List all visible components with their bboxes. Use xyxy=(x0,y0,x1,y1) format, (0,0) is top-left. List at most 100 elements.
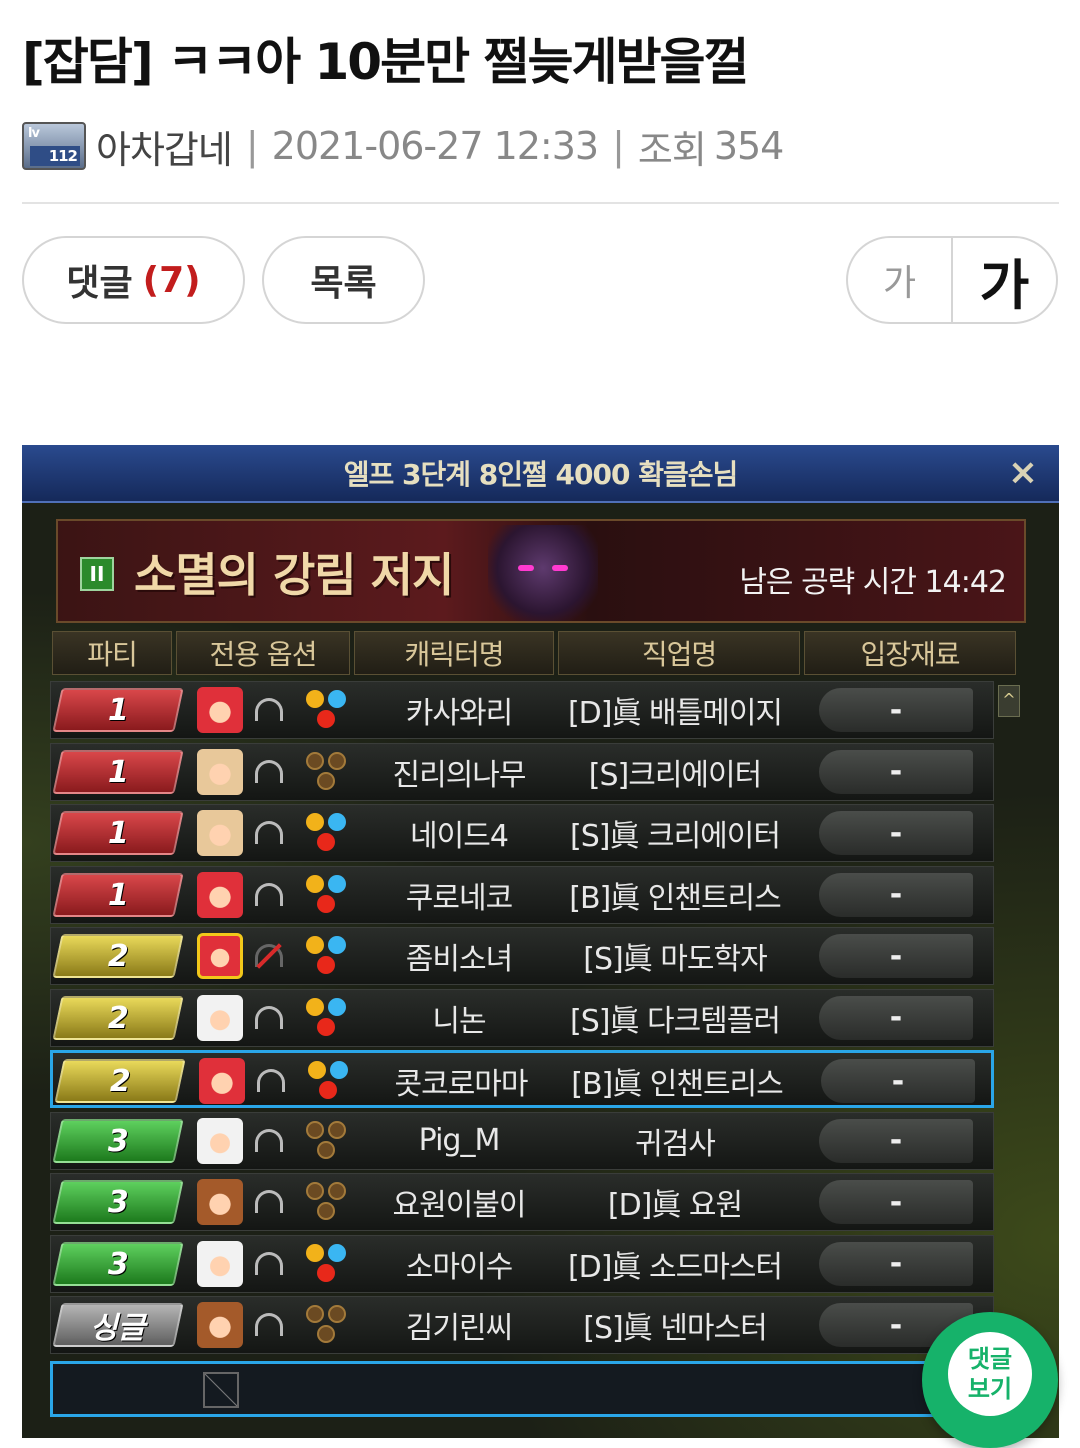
pause-icon: II xyxy=(80,557,114,591)
list-label: 목록 xyxy=(310,263,377,304)
character-avatar xyxy=(197,810,243,856)
character-avatar xyxy=(197,1240,243,1287)
headset-icon xyxy=(253,1004,283,1030)
entry-material: - xyxy=(819,749,973,794)
post-title: [잡담] ㅋㅋ아 10분만 쩔늦게받을껄 xyxy=(22,33,750,91)
comments-label: 댓글 xyxy=(66,263,133,304)
empty-slot-icon xyxy=(203,1372,239,1408)
option-orbs-icon xyxy=(303,750,351,796)
party-member-row[interactable]: 2 좀비소녀 [S]眞 마도학자 - xyxy=(50,927,994,985)
views-count: 354 xyxy=(713,124,785,168)
party-member-row[interactable]: 1 네이드4 [S]眞 크리에이터 - xyxy=(50,804,994,862)
views-label: 조회 xyxy=(637,127,707,172)
party-badge: 1 xyxy=(52,872,184,917)
meta-separator: | xyxy=(612,124,625,168)
party-number: 1 xyxy=(107,815,129,851)
character-name: 네이드4 xyxy=(410,819,509,854)
entry-material: - xyxy=(821,1059,975,1103)
list-button[interactable]: 목록 xyxy=(262,236,425,324)
character-avatar xyxy=(197,933,243,979)
level-badge-lv: lv xyxy=(28,126,40,141)
headset-icon xyxy=(253,942,283,968)
option-orbs-icon xyxy=(303,1180,351,1226)
party-member-row[interactable]: 싱글 김기린씨 [S]眞 넨마스터 - xyxy=(50,1296,994,1354)
party-member-row[interactable]: 3 요원이불이 [D]眞 요원 - xyxy=(50,1173,994,1231)
job-name: [D]眞 배틀메이지 xyxy=(567,696,783,731)
party-badge: 1 xyxy=(52,811,184,855)
entry-material: - xyxy=(819,934,973,978)
close-icon[interactable]: × xyxy=(1008,453,1038,493)
party-member-list: 1 카사와리 [D]眞 배틀메이지 - 1 진리의나무 [S]크리에이터 - 1 네이드4 [S]眞… xyxy=(50,681,994,1358)
character-name: Pig_M xyxy=(418,1123,501,1158)
character-avatar xyxy=(197,687,243,733)
job-name: [D]眞 요원 xyxy=(607,1188,743,1223)
view-comments-line2: 보기 xyxy=(967,1375,1013,1403)
party-member-row[interactable]: 3 Pig_M 귀검사 - xyxy=(50,1111,994,1170)
level-badge-icon: lv 112 xyxy=(22,122,86,170)
party-member-row[interactable]: 1 진리의나무 [S]크리에이터 - xyxy=(50,742,994,801)
empty-slot-row[interactable] xyxy=(50,1361,994,1417)
option-orbs-icon xyxy=(303,934,351,980)
party-number: 2 xyxy=(107,938,129,974)
party-number: 1 xyxy=(107,692,129,728)
character-name: 요원이불이 xyxy=(392,1188,527,1223)
character-name: 니논 xyxy=(432,1003,486,1039)
job-name: [S]크리에이터 xyxy=(588,757,762,793)
view-comments-floating-button[interactable]: 댓글 보기 xyxy=(922,1312,1058,1448)
headset-icon xyxy=(253,1311,283,1337)
col-job: 직업명 xyxy=(558,631,800,675)
entry-material: - xyxy=(819,1180,973,1224)
party-member-row[interactable]: 3 소마이수 [D]眞 소드마스터 - xyxy=(50,1234,994,1293)
option-orbs-icon xyxy=(303,1242,351,1288)
raid-banner: II 소멸의 강림 저지 남은 공략 시간 14:42 xyxy=(56,519,1026,623)
col-material: 입장재료 xyxy=(804,631,1016,675)
character-avatar xyxy=(197,1179,243,1225)
entry-material: - xyxy=(819,811,973,855)
option-orbs-icon xyxy=(303,996,351,1042)
job-name: 귀검사 xyxy=(635,1126,716,1162)
col-options: 전용 옵션 xyxy=(176,631,350,675)
character-name: 진리의나무 xyxy=(392,757,527,793)
font-small-button[interactable]: 가 xyxy=(848,238,953,322)
comments-button[interactable]: 댓글 (7) xyxy=(22,236,245,324)
party-member-row[interactable]: 1 쿠로네코 [B]眞 인챈트리스 - xyxy=(50,865,994,924)
game-screenshot: 엘프 3단계 8인쩔 4000 확클손님 × II 소멸의 강림 저지 남은 공… xyxy=(22,445,1059,1438)
party-number: 1 xyxy=(107,877,129,912)
party-number: 2 xyxy=(109,1063,131,1099)
party-badge: 2 xyxy=(52,995,184,1040)
party-member-row[interactable]: 2 콧코로마마 [B]眞 인챈트리스 - xyxy=(50,1050,994,1108)
level-badge-num: 112 xyxy=(30,146,80,166)
party-badge: 2 xyxy=(52,934,184,978)
party-badge: 3 xyxy=(52,1180,184,1224)
game-window-title: 엘프 3단계 8인쩔 4000 확클손님 xyxy=(343,458,738,491)
boss-portrait xyxy=(488,525,598,621)
headset-icon xyxy=(253,1127,283,1153)
party-member-row[interactable]: 1 카사와리 [D]眞 배틀메이지 - xyxy=(50,681,994,739)
job-name: [S]眞 넨마스터 xyxy=(583,1311,767,1346)
post-date: 2021-06-27 12:33 xyxy=(271,124,599,168)
option-orbs-icon xyxy=(303,811,351,857)
character-avatar xyxy=(197,748,243,795)
font-large-button[interactable]: 가 xyxy=(953,238,1056,322)
option-orbs-icon xyxy=(303,1119,351,1165)
job-name: [S]眞 다크템플러 xyxy=(570,1003,781,1039)
party-badge: 1 xyxy=(52,688,184,732)
post-meta: lv 112 아차갑네 | 2021-06-27 12:33 | 조회 354 xyxy=(22,118,785,174)
col-party: 파티 xyxy=(52,631,172,675)
party-badge: 1 xyxy=(52,749,184,794)
character-name: 카사와리 xyxy=(405,696,513,731)
character-avatar xyxy=(197,1117,243,1164)
character-name: 좀비소녀 xyxy=(405,942,513,977)
option-orbs-icon xyxy=(303,1303,351,1349)
party-member-row[interactable]: 2 니논 [S]眞 다크템플러 - xyxy=(50,988,994,1047)
header-divider xyxy=(22,202,1059,204)
party-number: 2 xyxy=(107,1000,129,1035)
party-badge: 싱글 xyxy=(52,1303,184,1347)
party-badge: 3 xyxy=(52,1241,184,1286)
raid-name: 소멸의 강림 저지 xyxy=(134,548,454,602)
author-name[interactable]: 아차갑네 xyxy=(96,119,233,174)
character-name: 소마이수 xyxy=(405,1249,513,1285)
job-name: [B]眞 인챈트리스 xyxy=(569,880,782,916)
scroll-up-icon[interactable]: ^ xyxy=(998,685,1020,717)
option-orbs-icon xyxy=(303,688,351,734)
